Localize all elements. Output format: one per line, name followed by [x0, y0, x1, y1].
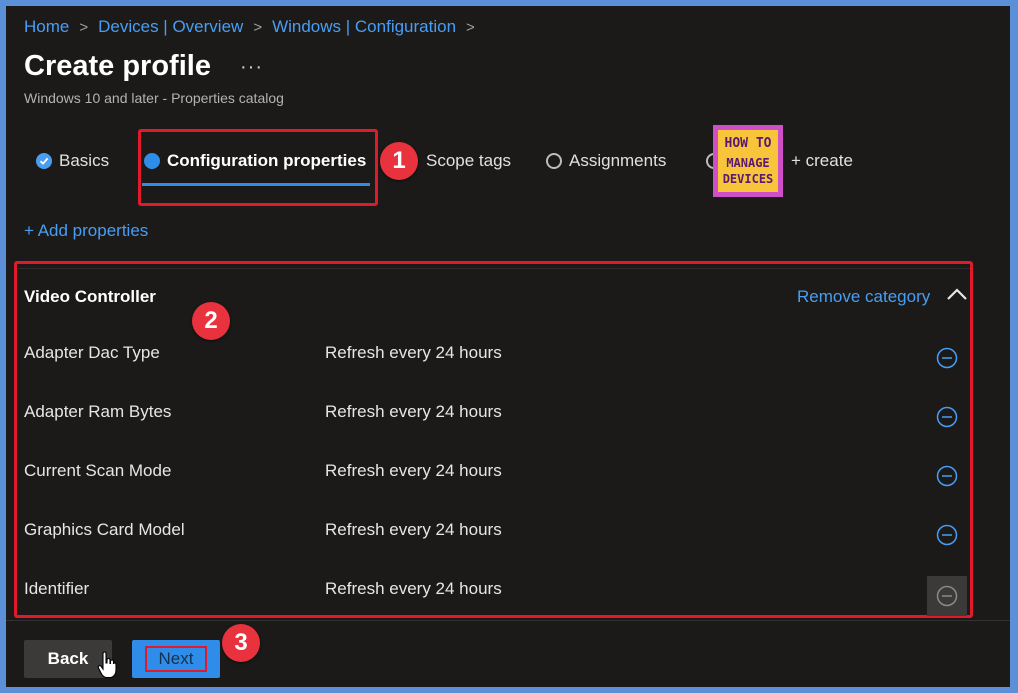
add-properties-link[interactable]: + Add properties	[24, 221, 148, 241]
tab-assignments[interactable]: Assignments	[546, 149, 666, 173]
tab-review-create-label: + create	[791, 151, 853, 170]
how-to-manage-devices-logo: HOW TO MANAGE DEVICES	[713, 125, 783, 197]
property-value: Refresh every 24 hours	[325, 343, 502, 362]
app-window: Home > Devices | Overview > Windows | Co…	[6, 6, 1010, 687]
page-title: Create profile	[24, 50, 211, 82]
property-value: Refresh every 24 hours	[325, 461, 502, 480]
check-icon	[36, 153, 52, 169]
next-button[interactable]: Next	[132, 640, 220, 678]
property-name-identifier: Identifier	[24, 579, 90, 598]
highlight-box-configuration	[138, 129, 378, 206]
breadcrumb-windows-configuration[interactable]: Windows | Configuration	[272, 17, 456, 37]
breadcrumb-devices-overview[interactable]: Devices | Overview	[98, 17, 243, 37]
step-badge-3: 3	[222, 624, 260, 662]
remove-category-link[interactable]: Remove category	[797, 287, 930, 307]
breadcrumb-separator: >	[79, 18, 89, 36]
chevron-up-icon[interactable]	[946, 286, 968, 302]
remove-button-hovered[interactable]	[927, 576, 967, 616]
step-badge-2: 2	[192, 302, 230, 340]
logo-line-1: HOW TO	[724, 136, 772, 151]
ellipsis-icon[interactable]: ···	[240, 56, 263, 79]
category-title: Video Controller	[24, 287, 156, 306]
logo-line-3: DEVICES	[722, 172, 774, 186]
panel-divider	[18, 268, 970, 269]
step-badge-1: 1	[380, 142, 418, 180]
remove-circle-icon[interactable]	[936, 347, 958, 369]
property-name-adapter-ram-bytes: Adapter Ram Bytes	[24, 402, 172, 421]
property-name-adapter-dac-type: Adapter Dac Type	[24, 343, 160, 362]
logo-line-2: MANAGE	[726, 156, 770, 170]
hand-cursor-icon	[97, 651, 117, 679]
property-name-graphics-card-model: Graphics Card Model	[24, 520, 185, 539]
remove-circle-icon[interactable]	[936, 524, 958, 546]
breadcrumb: Home > Devices | Overview > Windows | Co…	[24, 16, 485, 38]
remove-circle-icon[interactable]	[936, 465, 958, 487]
breadcrumb-separator: >	[253, 18, 263, 36]
breadcrumb-home[interactable]: Home	[24, 17, 69, 37]
property-value: Refresh every 24 hours	[325, 402, 502, 421]
breadcrumb-separator: >	[466, 18, 475, 36]
tab-scope-tags-label: Scope tags	[426, 151, 512, 170]
highlight-box-category	[14, 261, 973, 618]
tab-basics[interactable]: Basics	[36, 149, 109, 173]
tab-scope-tags[interactable]: Scope tags	[426, 149, 511, 173]
footer-divider	[6, 620, 1010, 621]
property-value: Refresh every 24 hours	[325, 579, 502, 598]
pending-step-icon	[546, 153, 562, 169]
page-subtitle: Windows 10 and later - Properties catalo…	[24, 90, 284, 106]
tab-assignments-label: Assignments	[569, 151, 667, 170]
tab-basics-label: Basics	[59, 151, 110, 170]
property-name-current-scan-mode: Current Scan Mode	[24, 461, 172, 480]
remove-circle-icon[interactable]	[936, 406, 958, 428]
next-button-label: Next	[145, 646, 207, 672]
property-value: Refresh every 24 hours	[325, 520, 502, 539]
